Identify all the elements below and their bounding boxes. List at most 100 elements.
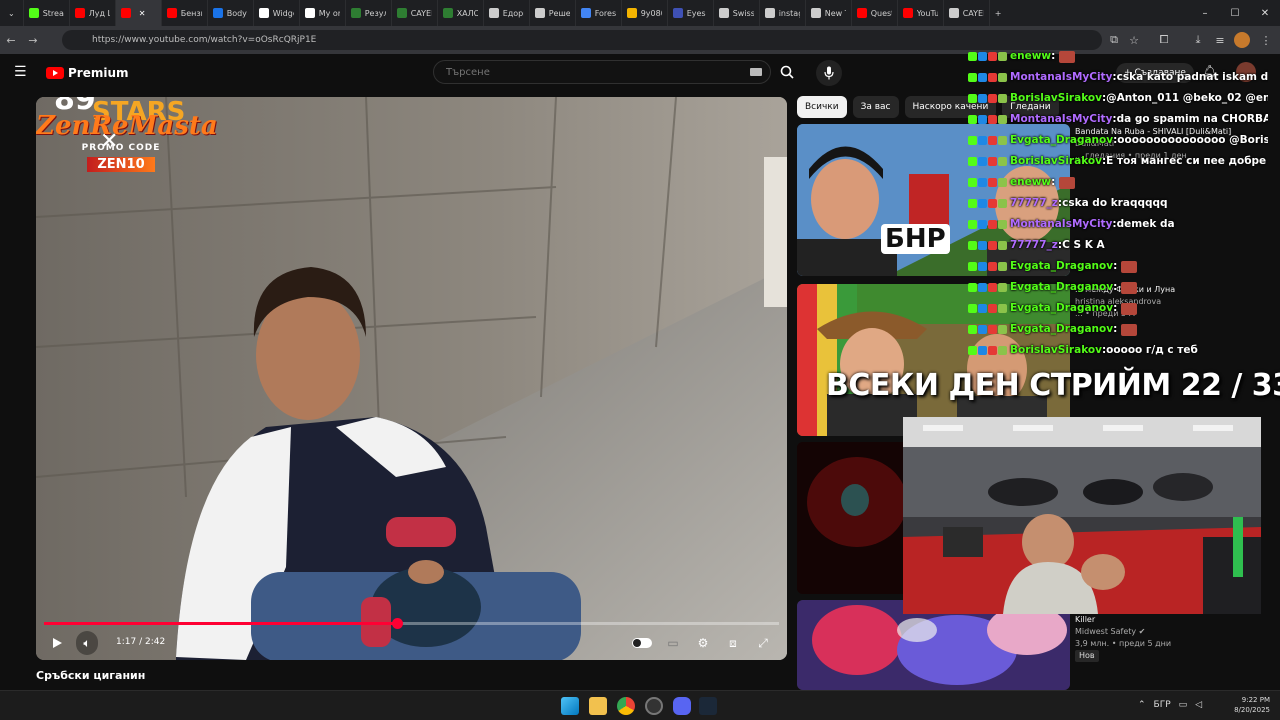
chat-username[interactable]: eneww xyxy=(1010,46,1051,67)
browser-tab[interactable]: Body | xyxy=(208,0,254,26)
chat-username[interactable]: Evgata_Draganov xyxy=(1010,256,1113,277)
obs-icon[interactable] xyxy=(645,697,663,715)
chat-username[interactable]: 77777_z xyxy=(1010,193,1058,214)
close-window-icon[interactable]: ✕ xyxy=(1250,0,1280,26)
autoplay-toggle[interactable] xyxy=(628,631,656,655)
chat-username[interactable]: Evgata_Draganov xyxy=(1010,298,1113,319)
voice-search-button[interactable] xyxy=(816,60,842,86)
search-box[interactable] xyxy=(433,60,771,84)
progress-bar[interactable] xyxy=(44,618,779,629)
browser-tab[interactable]: Бензин xyxy=(162,0,208,26)
browser-tab[interactable]: Widge xyxy=(254,0,300,26)
chat-username[interactable]: MontanaIsMyCity xyxy=(1010,67,1112,88)
video-player[interactable]: 89 STARS ✕ ZenReMasta PROMO CODE ZEN10 🔈… xyxy=(36,97,787,660)
chat-username[interactable]: Evgata_Draganov xyxy=(1010,277,1113,298)
chat-username[interactable]: BorislavSirakov xyxy=(1010,88,1102,109)
subtitles-button[interactable]: ▭ xyxy=(662,631,684,655)
tab-favicon-icon xyxy=(626,8,637,18)
mute-button[interactable]: 🔈︎ xyxy=(76,631,98,655)
tab-close-icon[interactable]: ✕ xyxy=(139,9,146,18)
youtube-logo[interactable]: Premium xyxy=(46,66,129,80)
tray-chevron-icon[interactable]: ⌃ xyxy=(1138,700,1146,710)
browser-tab[interactable]: 9y080 xyxy=(622,0,668,26)
discord-icon[interactable] xyxy=(673,697,691,715)
language-indicator[interactable]: БГР xyxy=(1154,700,1171,710)
search-button[interactable] xyxy=(772,60,802,84)
browser-tab[interactable]: YouTu xyxy=(898,0,944,26)
browser-tab[interactable]: Eyes o xyxy=(668,0,714,26)
chat-text: da go spamim na CHORBAR xyxy=(1116,113,1268,125)
url-bar[interactable]: https://www.youtube.com/watch?v=oOsRcQRj… xyxy=(62,30,1102,50)
windows-start-icon[interactable] xyxy=(561,697,579,715)
chrome-icon[interactable] xyxy=(617,697,635,715)
file-explorer-icon[interactable] xyxy=(589,697,607,715)
browser-tab[interactable]: CAYEN xyxy=(944,0,990,26)
chat-badge-icon xyxy=(978,178,987,187)
browser-tab[interactable]: CAYEN xyxy=(392,0,438,26)
browser-tab[interactable]: New Ta xyxy=(806,0,852,26)
chat-badge-icon xyxy=(988,94,997,103)
new-tab-button[interactable]: + xyxy=(990,0,1007,26)
browser-tab[interactable]: SwissTr xyxy=(714,0,760,26)
tab-title: Бензин xyxy=(180,8,202,18)
chat-badge-icon xyxy=(988,199,997,208)
tab-title: CAYEN xyxy=(410,8,432,18)
browser-tab[interactable]: Stream xyxy=(24,0,70,26)
browser-tab[interactable]: Резулт xyxy=(346,0,392,26)
chat-badges xyxy=(968,220,1007,229)
chat-badges xyxy=(968,52,1007,61)
browser-tab[interactable]: Едорга xyxy=(484,0,530,26)
browser-tab[interactable]: Луд Ци xyxy=(70,0,116,26)
steam-icon[interactable] xyxy=(699,697,717,715)
chat-badge-icon xyxy=(988,73,997,82)
browser-tab[interactable]: Forest xyxy=(576,0,622,26)
browser-tab[interactable]: ✕ xyxy=(115,0,162,26)
browser-tab[interactable]: instagr xyxy=(760,0,806,26)
chat-badge-icon xyxy=(998,157,1007,166)
tab-favicon-icon xyxy=(488,8,499,18)
chat-message: 77777_z : C S K A xyxy=(968,235,1268,256)
browser-tab[interactable]: ХАЛОГ xyxy=(438,0,484,26)
back-button[interactable]: ← xyxy=(0,26,22,54)
browser-tab[interactable]: Решен xyxy=(530,0,576,26)
keyboard-icon[interactable] xyxy=(750,68,762,76)
browser-tab[interactable]: My ord xyxy=(300,0,346,26)
progress-scrubber[interactable] xyxy=(391,618,403,629)
fullscreen-button[interactable]: ⤢ xyxy=(752,631,774,655)
chat-username[interactable]: Evgata_Draganov xyxy=(1010,319,1113,340)
chat-username[interactable]: eneww xyxy=(1010,172,1051,193)
recommendation-title[interactable]: Killer xyxy=(1075,614,1171,626)
search-input[interactable] xyxy=(446,66,736,78)
chat-username[interactable]: BorislavSirakov xyxy=(1010,340,1102,361)
filter-chip[interactable]: За вас xyxy=(852,96,899,118)
tab-title: Widge xyxy=(272,8,294,18)
speaker-icon[interactable]: ◁ xyxy=(1195,700,1202,710)
play-button[interactable] xyxy=(46,631,68,655)
recommendation-channel-row[interactable]: Midwest Safety ✔ xyxy=(1075,626,1171,638)
chat-badge-icon xyxy=(978,94,987,103)
filter-chip[interactable]: Всички xyxy=(797,96,847,118)
browser-tab[interactable]: Questi xyxy=(852,0,898,26)
maximize-icon[interactable]: ☐ xyxy=(1220,0,1250,26)
chat-badges xyxy=(968,325,1007,334)
chat-username[interactable]: MontanaIsMyCity xyxy=(1010,109,1112,130)
forward-button[interactable]: → xyxy=(22,26,44,54)
network-icon[interactable]: ▭ xyxy=(1179,700,1188,710)
chat-badge-icon xyxy=(998,199,1007,208)
settings-button[interactable]: ⚙︎ xyxy=(692,631,714,655)
chat-username[interactable]: Evgata_Draganov xyxy=(1010,130,1113,151)
minimize-icon[interactable]: – xyxy=(1190,0,1220,26)
chat-badges xyxy=(968,283,1007,292)
chat-username[interactable]: 77777_z xyxy=(1010,235,1058,256)
recommendation-channel[interactable]: Midwest Safety xyxy=(1075,627,1136,636)
tab-title: New Ta xyxy=(824,8,846,18)
chat-username[interactable]: BorislavSirakov xyxy=(1010,151,1102,172)
tab-favicon-icon xyxy=(764,8,775,18)
clock[interactable]: 9:22 PM 8/20/2025 xyxy=(1234,695,1270,715)
chat-username[interactable]: MontanaIsMyCity xyxy=(1010,214,1112,235)
chat-badge-icon xyxy=(988,136,997,145)
hamburger-menu-icon[interactable]: ☰ xyxy=(14,64,27,80)
tab-list-button[interactable]: ⌄ xyxy=(0,0,24,26)
theater-mode-button[interactable]: ⧈ xyxy=(722,631,744,655)
chat-badge-icon xyxy=(998,73,1007,82)
